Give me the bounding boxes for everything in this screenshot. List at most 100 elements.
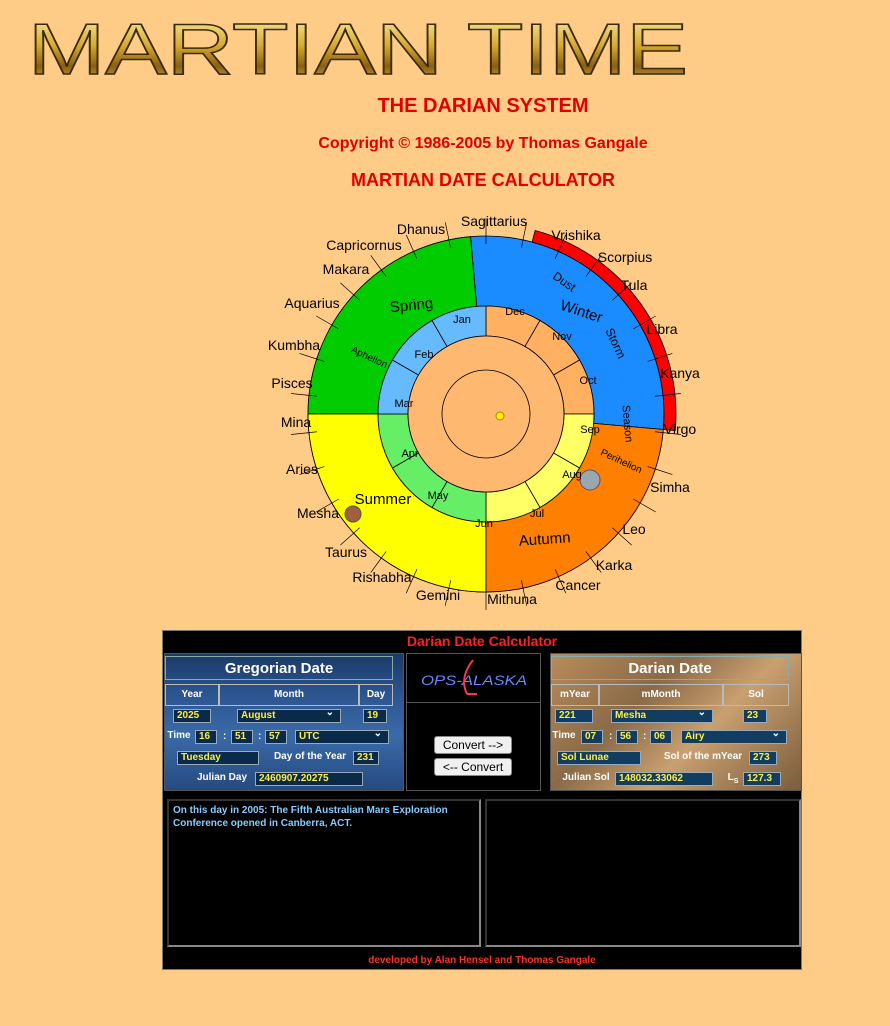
- season-label-summer: Summer: [355, 491, 412, 508]
- zodiac-label: Taurus: [325, 544, 367, 560]
- zodiac-label: Simha: [650, 479, 690, 495]
- julian-sol-field[interactable]: 148032.33062: [615, 772, 713, 786]
- zodiac-label: Dhanus: [397, 221, 445, 237]
- myear-label: mYear: [551, 684, 599, 706]
- secondary-textarea[interactable]: [485, 799, 801, 947]
- sol-input[interactable]: 23: [743, 709, 767, 723]
- darian-title: Darian Date: [551, 656, 789, 680]
- zodiac-label: Vrishika: [551, 227, 600, 243]
- month-label: Oct: [579, 375, 596, 387]
- month-label: May: [428, 490, 449, 502]
- month-label: Aug: [562, 469, 582, 481]
- zodiac-label: Gemini: [416, 587, 460, 603]
- second-input[interactable]: 57: [265, 730, 287, 744]
- svg-text:OPS-ALASKA: OPS-ALASKA: [421, 672, 527, 688]
- mars-icon: [344, 505, 362, 523]
- ls-label: LS: [727, 772, 739, 785]
- outer-tick: [299, 353, 317, 360]
- ls-field[interactable]: 127.3: [743, 772, 781, 786]
- month-select[interactable]: August: [237, 709, 341, 723]
- time-colon: :: [258, 731, 262, 742]
- timezone-select[interactable]: UTC: [295, 730, 389, 744]
- day-of-year-field: 231: [353, 751, 379, 765]
- zodiac-label: Mesha: [297, 505, 339, 521]
- logo-text: MARTIAN TIME: [28, 10, 688, 88]
- zodiac-label: Mithuna: [487, 591, 537, 607]
- convert-panel: OPS-ALASKA Convert --> <-- Convert: [406, 653, 541, 791]
- darian-timezone-select[interactable]: Airy: [681, 730, 787, 744]
- mmonth-select[interactable]: Mesha: [611, 709, 713, 723]
- sol-label: Sol: [723, 684, 789, 706]
- outer-tick: [655, 468, 673, 475]
- time-colon: :: [643, 731, 647, 742]
- season-wheel: Sagittarius Vrishika Scorpius Tula Libra Kany…: [268, 213, 700, 610]
- outer-tick: [370, 255, 382, 271]
- month-label: Nov: [552, 331, 572, 343]
- zodiac-label: Pisces: [271, 375, 312, 391]
- zodiac-label: Karka: [596, 557, 633, 573]
- zodiac-label: Sagittarius: [461, 213, 527, 229]
- mmonth-label: mMonth: [599, 684, 723, 706]
- zodiac-label: Tula: [621, 277, 648, 293]
- sol-of-myear-label: Sol of the mYear: [663, 751, 743, 762]
- zodiac-label: Kumbha: [268, 337, 320, 353]
- myear-input[interactable]: 221: [555, 709, 593, 723]
- season-label-autumn: Autumn: [518, 529, 571, 550]
- calculator-title: MARTIAN DATE CALCULATOR: [351, 170, 615, 190]
- event-text: On this day in 2005: The Fifth Australia…: [173, 805, 448, 829]
- year-input[interactable]: 2025: [173, 709, 211, 723]
- copyright: Copyright © 1986-2005 by Thomas Gangale: [318, 135, 648, 152]
- time-colon: :: [609, 731, 613, 742]
- day-of-year-label: Day of the Year: [273, 751, 347, 762]
- event-textarea[interactable]: On this day in 2005: The Fifth Australia…: [167, 799, 481, 947]
- darian-panel: Darian Date mYear mMonth Sol 221 Mesha 2…: [550, 653, 802, 791]
- sol-of-myear-field: 273: [749, 751, 777, 765]
- outer-tick: [291, 393, 310, 396]
- darian-calculator: Darian Date Calculator Gregorian Date Ye…: [162, 630, 802, 970]
- outer-tick: [291, 432, 310, 435]
- zodiac-label: Mina: [281, 414, 312, 430]
- minute-input[interactable]: 51: [231, 730, 253, 744]
- julian-day-field[interactable]: 2460907.20275: [255, 772, 363, 786]
- darian-weekday-field: Sol Lunae: [557, 751, 641, 765]
- outer-tick: [405, 234, 414, 252]
- time-label: Time: [167, 730, 191, 741]
- gregorian-title: Gregorian Date: [165, 656, 393, 680]
- convert-forward-button[interactable]: Convert -->: [434, 736, 512, 754]
- day-input[interactable]: 19: [363, 709, 387, 723]
- year-label: Year: [165, 684, 219, 706]
- month-label: Jan: [453, 314, 471, 326]
- zodiac-label: Aries: [286, 461, 318, 477]
- convert-back-button[interactable]: <-- Convert: [434, 758, 512, 776]
- ops-alaska-logo: OPS-ALASKA: [407, 654, 540, 703]
- month-label: Sep: [580, 424, 600, 436]
- month-label: Apr: [401, 448, 418, 460]
- earth-icon: [579, 469, 601, 491]
- sun-icon: [495, 411, 505, 421]
- zodiac-label: Makara: [323, 261, 370, 277]
- outer-tick: [444, 222, 450, 240]
- month-label: Feb: [415, 349, 434, 361]
- darian-minute-input[interactable]: 56: [616, 730, 638, 744]
- month-label: Jun: [475, 518, 493, 530]
- month-label: Jul: [530, 508, 544, 520]
- julian-sol-label: Julian Sol: [562, 772, 610, 783]
- developer-credit: developed by Alan Hensel and Thomas Gang…: [368, 955, 596, 966]
- time-colon: :: [223, 731, 227, 742]
- darian-second-input[interactable]: 06: [650, 730, 672, 744]
- outer-tick: [639, 502, 656, 513]
- day-label: Day: [359, 684, 393, 706]
- martian-time-logo: MARTIAN TIME: [27, 9, 689, 88]
- darian-hour-input[interactable]: 07: [581, 730, 603, 744]
- zodiac-label: Aquarius: [284, 295, 339, 311]
- weekday-field: Tuesday: [177, 751, 259, 765]
- zodiac-label: Virgo: [664, 421, 697, 437]
- zodiac-label: Capricornus: [326, 237, 401, 253]
- zodiac-label: Scorpius: [598, 249, 652, 265]
- outer-tick: [316, 315, 333, 326]
- zodiac-label: Kanya: [660, 365, 700, 381]
- hour-input[interactable]: 16: [195, 730, 217, 744]
- zodiac-label: Rishabha: [352, 569, 411, 585]
- zodiac-label: Libra: [646, 321, 677, 337]
- darian-time-label: Time: [552, 730, 576, 741]
